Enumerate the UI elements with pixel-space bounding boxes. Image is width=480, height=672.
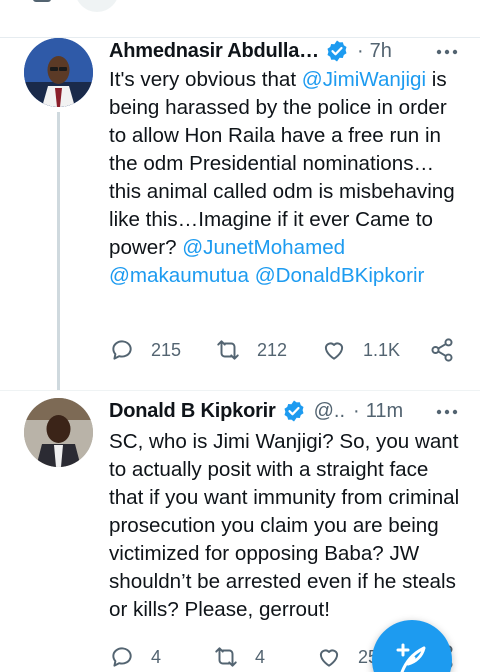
- verified-badge-icon: [284, 400, 304, 422]
- share-icon: [431, 338, 453, 362]
- retweet-icon: [215, 647, 237, 667]
- tweet[interactable]: Ahmednasir Abdulla… · 7h It's very obvio…: [0, 38, 480, 390]
- tweet-text-part: It's very obvious that: [109, 68, 302, 91]
- separator-dot: ·: [353, 399, 360, 422]
- author-handle[interactable]: @..: [314, 400, 345, 423]
- profile-avatar-button[interactable]: [75, 0, 119, 12]
- reply-count: 215: [151, 339, 182, 360]
- retweet-button[interactable]: 212: [215, 335, 287, 365]
- more-dots-icon[interactable]: [435, 400, 459, 424]
- tweet-text-part: is being harassed by the police in order…: [109, 68, 455, 259]
- like-button[interactable]: 25: [316, 642, 378, 672]
- reply-icon: [112, 647, 132, 667]
- top-app-bar: [0, 0, 480, 38]
- tweet-time[interactable]: 11m: [366, 400, 403, 423]
- compose-feather-icon: [396, 643, 426, 672]
- retweet-button[interactable]: 4: [213, 642, 265, 672]
- tweet-text: SC, who is Jimi Wanjigi? So, you want to…: [109, 428, 464, 624]
- reply-button[interactable]: 4: [109, 642, 161, 672]
- menu-icon[interactable]: [33, 0, 51, 2]
- heart-icon: [319, 649, 339, 667]
- tweet-header: Ahmednasir Abdulla… · 7h: [109, 36, 459, 66]
- retweet-count: 212: [257, 339, 288, 360]
- mention-link[interactable]: @JunetMohamed: [182, 236, 345, 259]
- author-name[interactable]: Ahmednasir Abdulla…: [109, 40, 319, 63]
- tweet-text: It's very obvious that @JimiWanjigi is b…: [109, 66, 464, 290]
- tweet-time[interactable]: 7h: [370, 40, 392, 63]
- separator-dot: ·: [356, 39, 364, 62]
- mention-link[interactable]: @makaumutua: [109, 264, 249, 287]
- verified-badge-icon: [327, 40, 347, 62]
- mention-link[interactable]: @DonaldBKipkorir: [255, 264, 425, 287]
- tweet-text-part: SC, who is Jimi Wanjigi? So, you want to…: [109, 430, 460, 621]
- reply-count: 4: [151, 646, 162, 667]
- retweet-count: 4: [255, 646, 266, 667]
- mention-link[interactable]: @JimiWanjigi: [302, 68, 426, 91]
- tweet-header: Donald B Kipkorir @.. · 11m: [109, 396, 459, 426]
- avatar[interactable]: [24, 398, 93, 467]
- author-name[interactable]: Donald B Kipkorir: [109, 400, 276, 423]
- more-dots-icon[interactable]: [435, 40, 459, 64]
- reply-button[interactable]: 215: [109, 335, 181, 365]
- avatar[interactable]: [24, 38, 93, 107]
- tweet-actions: 215 212 1.1K: [109, 335, 464, 365]
- reply-icon: [112, 340, 132, 360]
- heart-icon: [324, 342, 344, 360]
- like-count: 1.1K: [363, 339, 401, 360]
- like-button[interactable]: 1.1K: [321, 335, 400, 365]
- share-button[interactable]: [429, 335, 455, 365]
- retweet-icon: [217, 340, 239, 360]
